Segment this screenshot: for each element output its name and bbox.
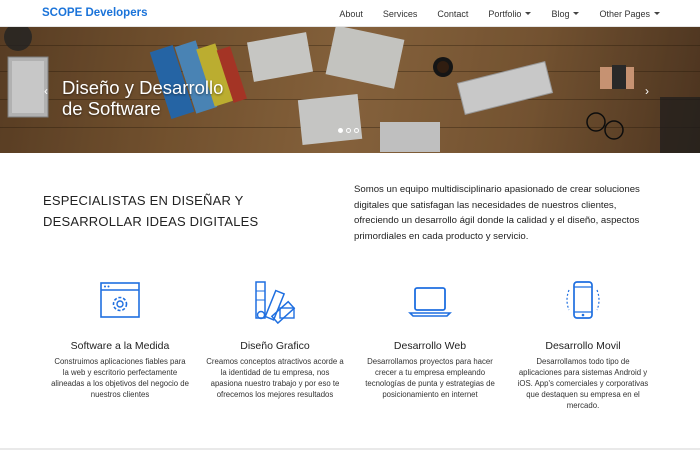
heading-line: DESARROLLAR IDEAS DIGITALES — [43, 214, 259, 229]
color-palette-icon — [255, 281, 296, 324]
nav-menu: About Services Contact Portfolio Blog Ot… — [319, 0, 660, 27]
nav-item-label: Portfolio — [488, 8, 522, 19]
nav-item-blog[interactable]: Blog — [551, 8, 580, 19]
nav-item-label: Blog — [551, 8, 570, 19]
smartphone-icon — [566, 281, 600, 319]
carousel-dot[interactable] — [353, 128, 359, 133]
carousel-prev-arrow-icon[interactable]: ‹ — [44, 84, 48, 98]
heading-line: ESPECIALISTAS EN DISEÑAR Y — [43, 193, 244, 208]
card-description: Desarrollamos proyectos para hacer crece… — [365, 357, 495, 399]
caret-down-icon — [525, 12, 532, 15]
caret-down-icon — [654, 12, 660, 15]
card-title: Diseño Grafico — [240, 340, 310, 352]
intro-text: Somos un equipo multidisciplinario apasi… — [354, 184, 640, 242]
hero-carousel: Diseño y Desarrollo de Software ‹ › — [0, 27, 700, 153]
service-card-mobile[interactable]: Desarrollo Movil Desarrollamos todo tipo… — [508, 270, 658, 420]
hero-title: Diseño y Desarrollo de Software — [62, 77, 223, 119]
nav-item-label: Services — [382, 8, 418, 19]
caret-down-icon — [573, 12, 580, 15]
card-title: Desarrollo Movil — [545, 340, 621, 352]
nav-item-about[interactable]: About — [339, 9, 363, 19]
card-description: Construimos aplicaciones fiables para la… — [51, 357, 189, 399]
web-settings-icon — [100, 282, 140, 318]
nav-item-portfolio[interactable]: Portfolio — [488, 8, 532, 19]
card-description: Desarrollamos todo tipo de aplicaciones … — [517, 357, 649, 410]
nav-item-services[interactable]: Services — [383, 9, 418, 19]
nav-item-label: About — [339, 8, 363, 19]
nav-item-label: Other Pages — [599, 8, 650, 19]
brand-logo[interactable]: SCOPE Developers — [42, 7, 147, 19]
service-card-software[interactable]: Software a la Medida Construimos aplicac… — [45, 270, 195, 420]
service-card-web[interactable]: Desarrollo Web Desarrollamos proyectos p… — [355, 270, 505, 420]
laptop-icon — [408, 287, 452, 317]
carousel-dot[interactable] — [345, 128, 351, 133]
card-description: Creamos conceptos atractivos acorde a la… — [206, 357, 344, 399]
carousel-dot[interactable] — [337, 128, 343, 133]
hero-title-line: Diseño y Desarrollo — [62, 77, 224, 98]
card-title: Desarrollo Web — [393, 340, 467, 352]
card-title: Software a la Medida — [70, 340, 170, 352]
section-heading: ESPECIALISTAS EN DISEÑAR Y DESARROLLAR I… — [43, 190, 343, 232]
carousel-next-arrow-icon[interactable]: › — [645, 84, 649, 98]
service-card-design[interactable]: Diseño Grafico Creamos conceptos atracti… — [200, 270, 350, 420]
carousel-indicators — [336, 128, 360, 133]
hero-title-line: de Software — [62, 98, 161, 119]
nav-item-contact[interactable]: Contact — [437, 9, 468, 19]
nav-item-other-pages[interactable]: Other Pages — [599, 9, 660, 19]
nav-item-label: Contact — [437, 8, 469, 19]
navbar: SCOPE Developers About Services Contact … — [0, 0, 700, 27]
